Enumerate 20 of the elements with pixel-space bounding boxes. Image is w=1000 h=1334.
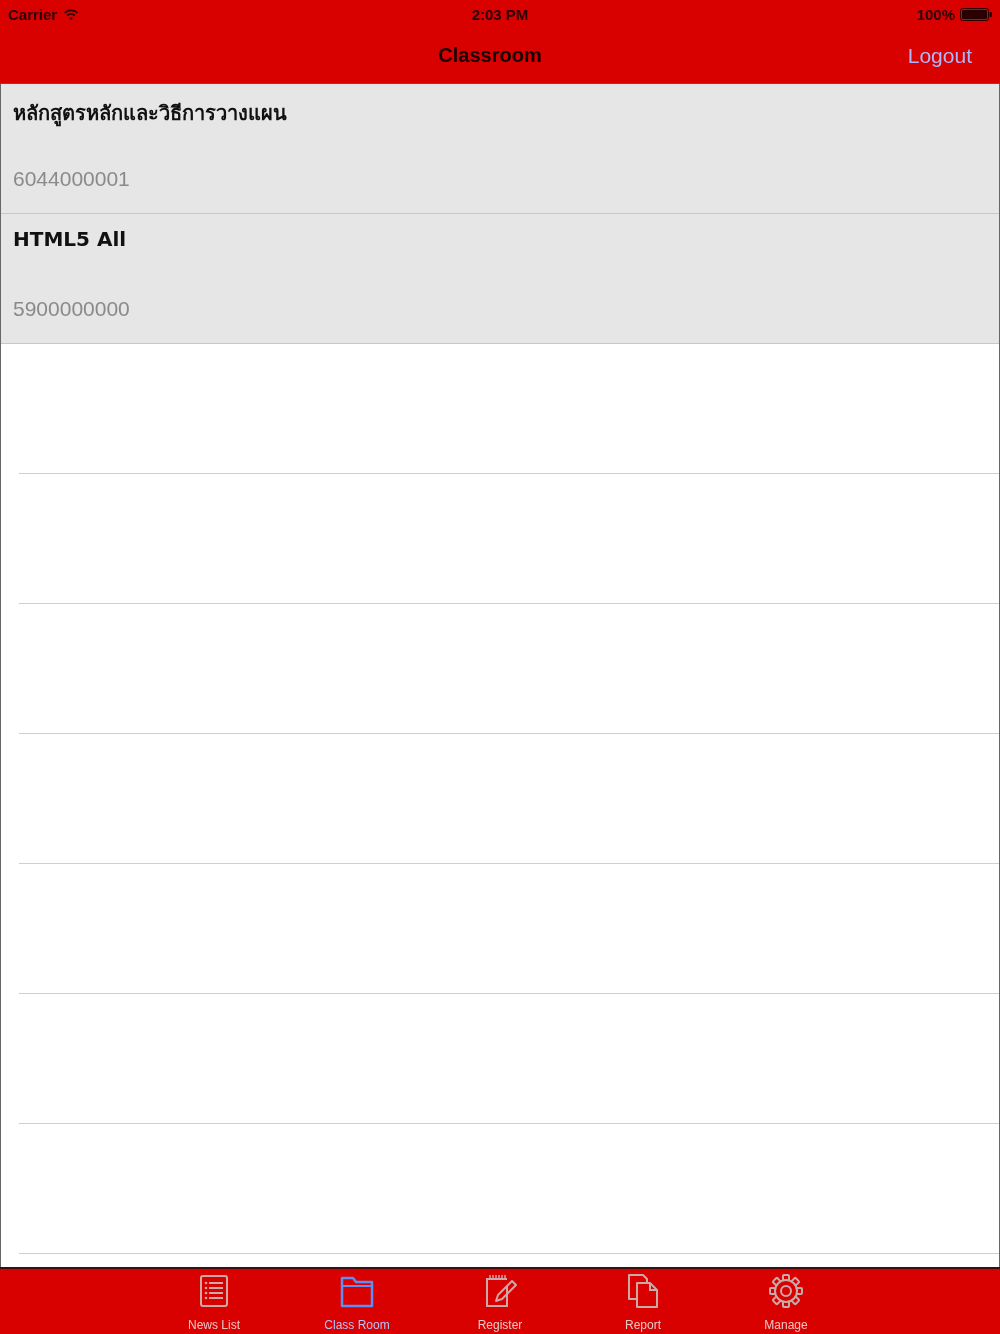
class-code: 5900000000 (13, 297, 130, 321)
tab-item[interactable]: Manage (714, 1269, 858, 1334)
class-title: HTML5 All (13, 227, 127, 251)
battery-icon (960, 7, 992, 21)
status-time: 2:03 PM (471, 5, 529, 23)
documents-icon (625, 1273, 661, 1309)
battery-percent: 100% (916, 5, 955, 23)
class-row[interactable]: HTML5 All 5900000000 (1, 214, 999, 344)
logout-link[interactable]: Logout (907, 43, 972, 68)
class-code: 6044000001 (13, 167, 130, 191)
wifi-icon (63, 8, 80, 20)
carrier-label: Carrier (8, 5, 58, 23)
tab-item[interactable]: News List (142, 1269, 286, 1334)
tab-item[interactable]: Class Room (285, 1269, 429, 1334)
tab-item[interactable]: Report (571, 1269, 715, 1334)
class-title: หลักสูตรหลักและวิธีการวางแผน (13, 100, 287, 129)
class-row[interactable]: หลักสูตรหลักและวิธีการวางแผน 6044000001 (1, 84, 999, 214)
settings-icon (768, 1273, 804, 1309)
nav-title: Classroom (438, 44, 542, 67)
tab-item[interactable]: Register (428, 1269, 572, 1334)
